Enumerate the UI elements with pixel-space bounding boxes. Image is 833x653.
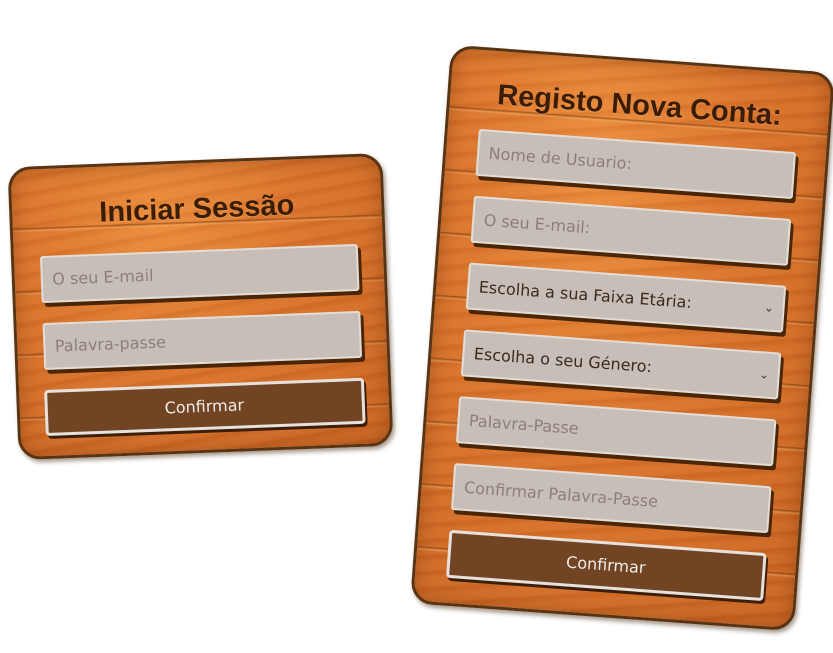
register-panel: Registo Nova Conta: Nome de Usuario: O s… [410, 44, 833, 632]
register-confirm-button[interactable]: Confirmar [445, 529, 767, 601]
page: Iniciar Sessão O seu E-mail Palavra-pass… [0, 0, 833, 653]
register-confirm-password-input[interactable]: Confirmar Palavra-Passe [450, 462, 772, 534]
register-username-input[interactable]: Nome de Usuario: [474, 128, 796, 200]
login-password-input[interactable]: Palavra-passe [42, 310, 362, 371]
login-panel: Iniciar Sessão O seu E-mail Palavra-pass… [7, 152, 394, 461]
register-email-input[interactable]: O seu E-mail: [470, 195, 791, 266]
age-range-select-label: Escolha a sua Faixa Etária: [478, 277, 693, 312]
chevron-down-icon: ⌄ [763, 300, 775, 316]
age-range-select[interactable]: Escolha a sua Faixa Etária: ⌄ [465, 262, 786, 333]
chevron-down-icon: ⌄ [758, 367, 770, 382]
gender-select-label: Escolha o seu Género: [473, 344, 653, 377]
register-title: Registo Nova Conta: [496, 79, 783, 133]
login-confirm-button[interactable]: Confirmar [43, 377, 366, 437]
login-email-input[interactable]: O seu E-mail [39, 243, 360, 304]
register-password-input[interactable]: Palavra-Passe [455, 396, 776, 467]
gender-select[interactable]: Escolha o seu Género: ⌄ [460, 329, 781, 400]
login-title: Iniciar Sessão [98, 189, 295, 229]
